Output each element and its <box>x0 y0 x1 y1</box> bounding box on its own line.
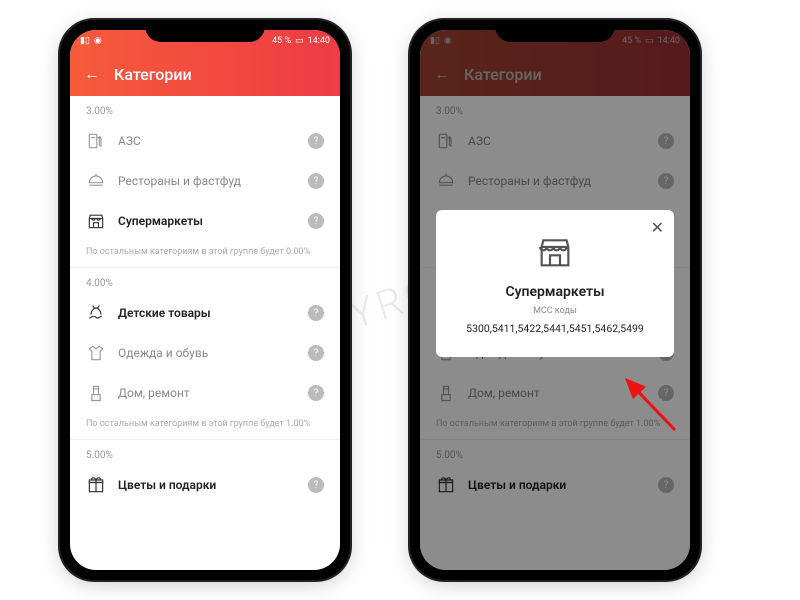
help-icon[interactable]: ? <box>308 345 324 361</box>
screen-right: ▮▯ ◉ 45 % ▭ 14:40 ← Категории 3.00%АЗС?Р… <box>420 30 690 570</box>
category-row[interactable]: Дом, ремонт? <box>70 373 340 413</box>
food-icon <box>86 171 106 191</box>
category-detail-modal: ✕ Супермаркеты MCC коды 5300,5411,5422,5… <box>436 210 674 357</box>
wifi-icon: ◉ <box>94 36 102 46</box>
category-label: Одежда и обувь <box>118 346 296 360</box>
notch <box>495 20 615 42</box>
device-frame-right: ▮▯ ◉ 45 % ▭ 14:40 ← Категории 3.00%АЗС?Р… <box>410 20 700 580</box>
close-icon[interactable]: ✕ <box>651 218 664 237</box>
category-row[interactable]: Детские товары? <box>70 293 340 333</box>
battery-pct: 45 % <box>272 36 291 46</box>
toy-icon <box>86 303 106 323</box>
category-row[interactable]: АЗС? <box>70 121 340 161</box>
help-icon[interactable]: ? <box>308 385 324 401</box>
group-note: По остальным категориям в этой группе бу… <box>70 413 340 440</box>
mcc-codes: 5300,5411,5422,5441,5451,5462,5499 <box>450 322 660 335</box>
signal-icon: ▮▯ <box>80 36 90 46</box>
category-label: Дом, ремонт <box>118 386 296 400</box>
help-icon[interactable]: ? <box>308 305 324 321</box>
category-label: Цветы и подарки <box>118 478 296 492</box>
modal-title: Супермаркеты <box>450 284 660 300</box>
back-icon[interactable]: ← <box>84 64 100 84</box>
device-frame-left: ▮▯ ◉ 45 % ▭ 14:40 ← Категории 3.00%АЗС?Р… <box>60 20 350 580</box>
clock: 14:40 <box>308 36 330 46</box>
category-label: Детские товары <box>118 306 296 320</box>
category-row[interactable]: Одежда и обувь? <box>70 333 340 373</box>
gift-icon <box>86 475 106 495</box>
category-row[interactable]: Супермаркеты? <box>70 201 340 241</box>
modal-subtitle: MCC коды <box>450 306 660 316</box>
help-icon[interactable]: ? <box>308 173 324 189</box>
category-label: Рестораны и фастфуд <box>118 174 296 188</box>
cashback-percent-label: 3.00% <box>70 96 340 121</box>
category-label: Супермаркеты <box>118 214 296 228</box>
battery-icon: ▭ <box>295 36 304 46</box>
store-icon <box>535 232 575 272</box>
group-note: По остальным категориям в этой группе бу… <box>70 241 340 268</box>
screen-left: ▮▯ ◉ 45 % ▭ 14:40 ← Категории 3.00%АЗС?Р… <box>70 30 340 570</box>
help-icon[interactable]: ? <box>308 213 324 229</box>
app-bar: ← Категории <box>70 52 340 96</box>
category-row[interactable]: Цветы и подарки? <box>70 465 340 505</box>
gas-icon <box>86 131 106 151</box>
help-icon[interactable]: ? <box>308 133 324 149</box>
cashback-percent-label: 5.00% <box>70 440 340 465</box>
shirt-icon <box>86 343 106 363</box>
help-icon[interactable]: ? <box>308 477 324 493</box>
notch <box>145 20 265 42</box>
repair-icon <box>86 383 106 403</box>
category-label: АЗС <box>118 134 296 148</box>
category-row[interactable]: Рестораны и фастфуд? <box>70 161 340 201</box>
cashback-percent-label: 4.00% <box>70 268 340 293</box>
categories-list: 3.00%АЗС?Рестораны и фастфуд?Супермаркет… <box>70 96 340 570</box>
store-icon <box>86 211 106 231</box>
page-title: Категории <box>114 65 192 84</box>
